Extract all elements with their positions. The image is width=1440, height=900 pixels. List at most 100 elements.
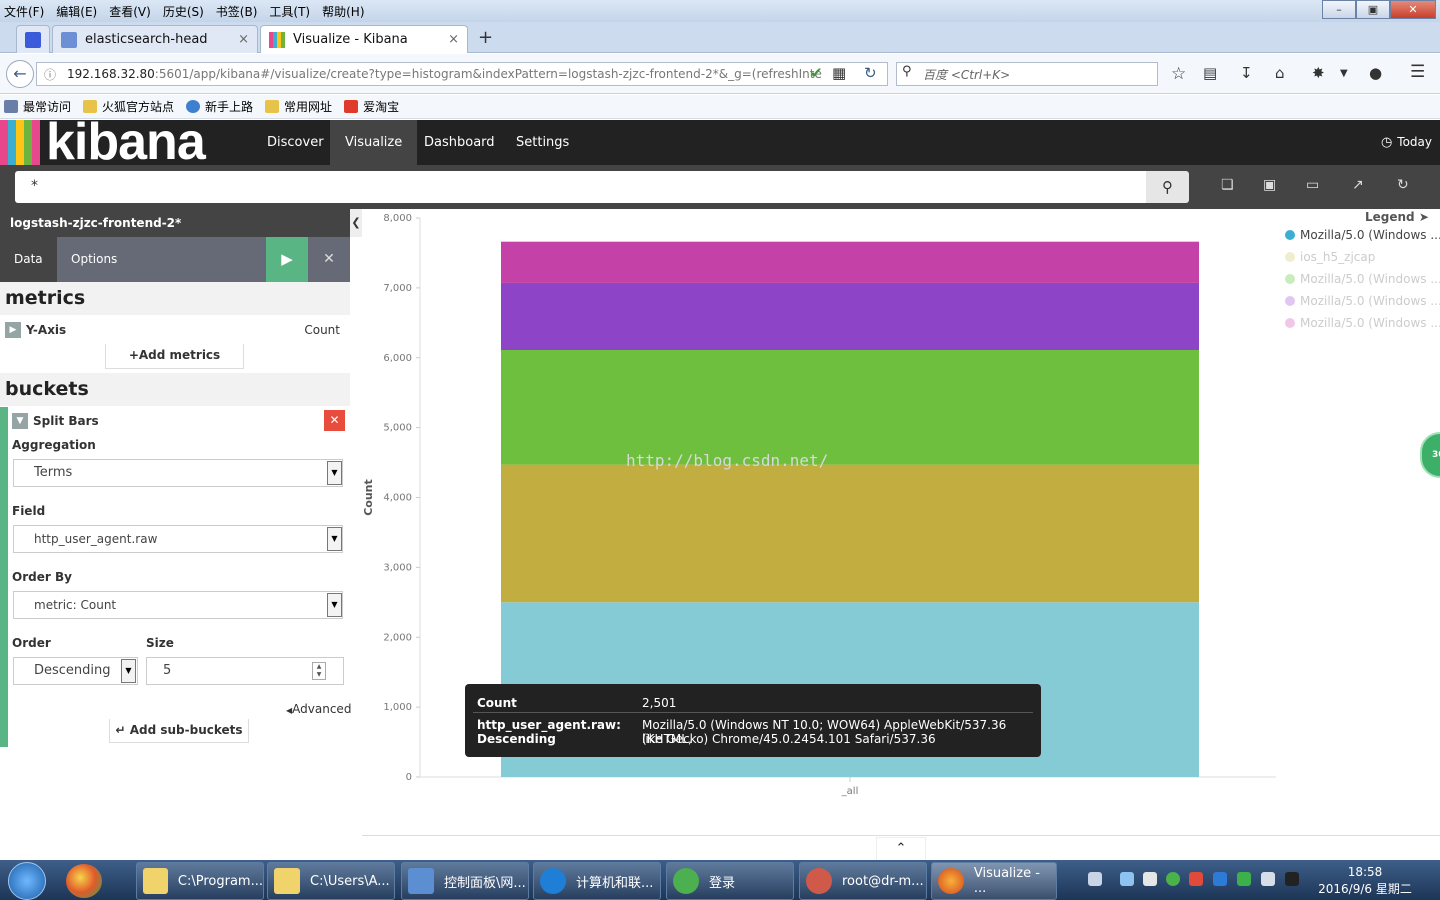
download-icon[interactable]: ↧ — [1240, 64, 1253, 82]
reading-list-icon[interactable]: ▤ — [1203, 64, 1217, 82]
volume-icon[interactable] — [1261, 872, 1275, 886]
taskbar-item-program-files[interactable]: C:\Program... — [136, 862, 264, 900]
network-icon[interactable] — [1143, 872, 1157, 886]
refresh-icon[interactable]: ↻ — [1397, 177, 1409, 193]
taskbar-item-ssh[interactable]: root@dr-m... — [799, 862, 927, 900]
kibana-logo[interactable]: kibana — [0, 116, 240, 168]
menu-help[interactable]: 帮助(H) — [322, 3, 364, 20]
search-input[interactable]: 百度 <Ctrl+K> — [896, 62, 1158, 86]
bookmark-taobao[interactable]: 爱淘宝 — [344, 98, 399, 115]
minimize-button[interactable]: – — [1322, 0, 1356, 19]
legend-item[interactable]: Mozilla/5.0 (Windows ... — [1285, 228, 1440, 242]
spy-toggle-button[interactable]: ⌃ — [876, 837, 926, 860]
close-tab-icon[interactable]: × — [238, 32, 249, 47]
new-tab-button[interactable]: + — [478, 27, 493, 48]
send-icon[interactable] — [1120, 872, 1134, 886]
play-icon: ▶ — [281, 250, 293, 268]
query-search-button[interactable]: ⚲ — [1146, 171, 1189, 203]
new-visualization-icon[interactable]: ❏ — [1221, 177, 1234, 193]
menu-history[interactable]: 历史(S) — [163, 3, 204, 20]
bar-segment[interactable] — [501, 349, 1199, 465]
nav-settings[interactable]: Settings — [501, 120, 584, 165]
home-icon[interactable]: ⌂ — [1275, 64, 1285, 82]
yaxis-metric-row[interactable]: ▶ Y-Axis Count — [0, 316, 350, 344]
taskbar-item-firefox[interactable]: Visualize - ... — [931, 862, 1057, 900]
legend-item[interactable]: Mozilla/5.0 (Windows ... — [1285, 294, 1440, 308]
security-app-icon[interactable] — [1166, 872, 1180, 886]
info-icon[interactable]: ⓘ — [44, 66, 56, 83]
taskbar-item-teamviewer[interactable]: 计算机和联... — [533, 862, 661, 900]
hamburger-menu-icon[interactable]: ☰ — [1410, 62, 1425, 82]
nav-dashboard[interactable]: Dashboard — [409, 120, 510, 165]
menu-bar: 文件(F) 编辑(E) 查看(V) 历史(S) 书签(B) 工具(T) 帮助(H… — [0, 0, 1440, 22]
chat-icon[interactable]: ● — [1369, 64, 1382, 82]
size-stepper[interactable]: ▲ ▼ — [312, 662, 326, 680]
tab-pinned[interactable] — [16, 25, 50, 53]
apply-changes-button[interactable]: ▶ — [266, 237, 308, 282]
shield-icon[interactable] — [1213, 872, 1227, 886]
system-clock[interactable]: 18:58 2016/9/6 星期二 — [1310, 864, 1420, 898]
reload-icon[interactable]: ↻ — [864, 64, 877, 82]
tab-visualize-kibana[interactable]: Visualize - Kibana × — [260, 25, 468, 53]
orderby-select[interactable]: metric: Count — [13, 591, 343, 619]
bookmark-star-icon[interactable]: ☆ — [1171, 64, 1186, 84]
legend-toggle[interactable]: Legend ➤ — [1365, 210, 1429, 224]
chevron-down-icon[interactable]: ▼ — [1340, 68, 1348, 79]
keyboard-icon[interactable] — [1088, 872, 1102, 886]
bar-segment[interactable] — [501, 464, 1199, 603]
menu-view[interactable]: 查看(V) — [109, 3, 151, 20]
maximize-button[interactable]: ▣ — [1356, 0, 1390, 19]
share-icon[interactable]: ↗ — [1352, 177, 1364, 193]
taskbar-item-control-panel[interactable]: 控制面板\网... — [401, 862, 529, 900]
notification-icon[interactable] — [1189, 872, 1203, 886]
save-icon[interactable]: ▣ — [1263, 177, 1276, 193]
legend-item[interactable]: ios_h5_zjcap — [1285, 250, 1375, 264]
legend-item[interactable]: Mozilla/5.0 (Windows ... — [1285, 272, 1440, 286]
extension-icon[interactable]: ✸ — [1312, 64, 1325, 82]
timepicker[interactable]: ◷ Today — [1381, 120, 1432, 165]
taskbar-item-wechat[interactable]: 登录 — [666, 862, 794, 900]
qr-code-icon[interactable]: ▦ — [832, 64, 846, 82]
network-disconnected-icon[interactable] — [1285, 872, 1299, 886]
menu-file[interactable]: 文件(F) — [4, 3, 44, 20]
chevron-down-icon[interactable]: ▼ — [327, 593, 342, 617]
antivirus-icon[interactable] — [1237, 872, 1251, 886]
field-select[interactable]: http_user_agent.raw — [13, 525, 343, 553]
taskbar-item-users[interactable]: C:\Users\A... — [267, 862, 395, 900]
chevron-down-icon[interactable]: ▼ — [121, 659, 136, 683]
bar-segment[interactable] — [501, 282, 1199, 350]
shield-icon[interactable]: ✔ — [810, 64, 823, 82]
caret-right-icon[interactable]: ▶ — [5, 322, 21, 338]
menu-bookmarks[interactable]: 书签(B) — [216, 3, 258, 20]
pinned-app-icon[interactable] — [66, 864, 102, 898]
query-input[interactable]: * — [15, 171, 1146, 203]
address-bar[interactable]: 192.168.32.80:5601/app/kibana#/visualize… — [36, 62, 888, 86]
bar-segment[interactable] — [501, 241, 1199, 283]
caret-down-icon[interactable]: ▼ — [12, 413, 28, 429]
menu-tools[interactable]: 工具(T) — [269, 3, 310, 20]
tab-elasticsearch-head[interactable]: elasticsearch-head × — [52, 25, 258, 53]
add-metrics-button[interactable]: +Add metrics — [105, 344, 244, 369]
discard-changes-button[interactable]: ✕ — [308, 237, 350, 282]
nav-discover[interactable]: Discover — [252, 120, 339, 165]
add-sub-buckets-button[interactable]: ↵ Add sub-buckets — [109, 719, 249, 743]
bookmark-common-sites[interactable]: 常用网址 — [265, 98, 332, 115]
close-tab-icon[interactable]: × — [448, 32, 459, 47]
chevron-down-icon[interactable]: ▼ — [327, 527, 342, 551]
aggregation-select[interactable]: Terms — [13, 459, 343, 487]
chevron-down-icon[interactable]: ▼ — [327, 461, 342, 485]
close-window-button[interactable]: ✕ — [1390, 0, 1436, 19]
legend-item[interactable]: Mozilla/5.0 (Windows ... — [1285, 316, 1440, 330]
chart-tooltip: Count 2,501 http_user_agent.raw: Descend… — [465, 684, 1041, 757]
menu-edit[interactable]: 编辑(E) — [56, 3, 97, 20]
start-button[interactable] — [8, 862, 46, 900]
order-select[interactable]: Descending — [13, 657, 138, 685]
split-bars-row[interactable]: ▼ Split Bars — [12, 410, 346, 432]
tab-options[interactable]: Options — [57, 237, 131, 282]
back-button[interactable]: ← — [6, 60, 34, 88]
remove-bucket-button[interactable]: ✕ — [324, 410, 345, 431]
collapse-sidebar-icon[interactable]: ❮ — [350, 209, 362, 237]
open-folder-icon[interactable]: ▭ — [1306, 177, 1319, 193]
advanced-toggle[interactable]: ◀Advanced — [286, 702, 351, 716]
tab-data[interactable]: Data — [0, 237, 57, 282]
